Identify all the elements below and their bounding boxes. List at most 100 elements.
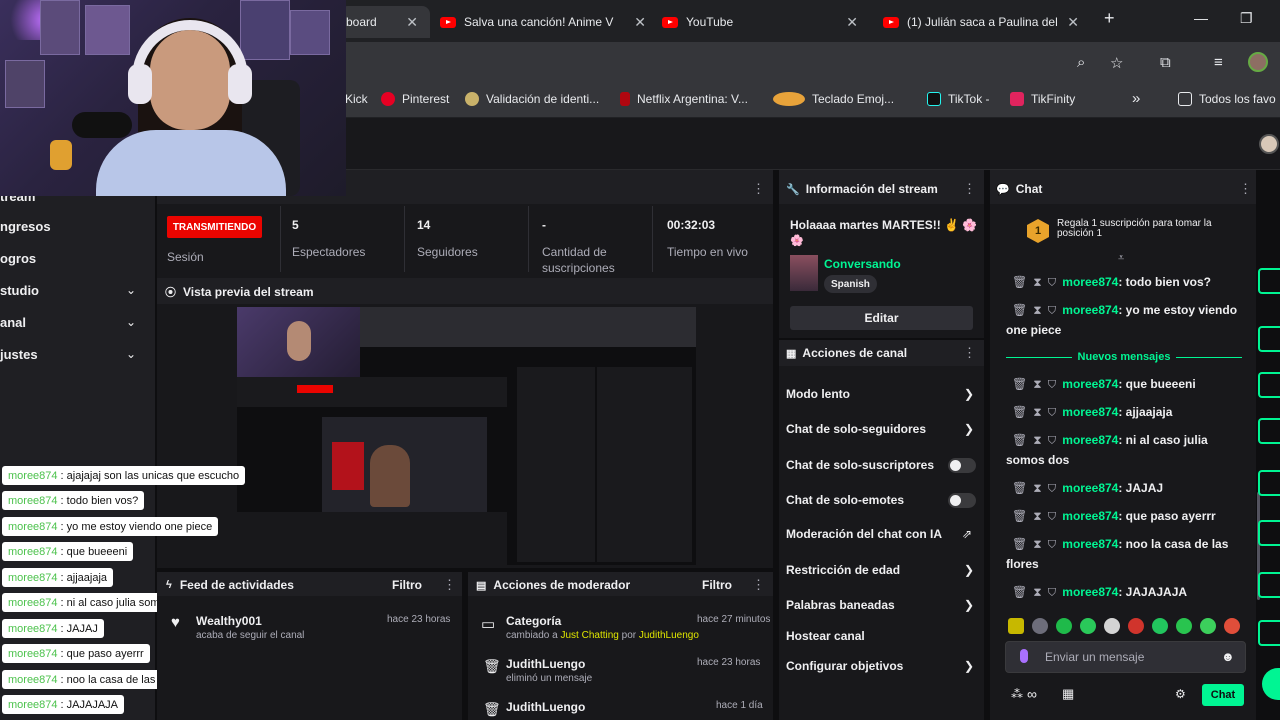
bookmark-tiktok[interactable]: TikTok - <box>927 92 990 106</box>
action-ai-moderation[interactable]: Moderación del chat con IA <box>786 527 942 541</box>
media-icon[interactable]: ≡ <box>1214 54 1223 71</box>
chat-send-button[interactable]: Chat <box>1202 684 1244 706</box>
help-bubble-icon[interactable] <box>1262 668 1280 700</box>
chevron-right-icon[interactable]: ❯ <box>964 422 974 436</box>
sidebar-item-logros[interactable]: ogros <box>0 251 36 266</box>
chevron-right-icon[interactable]: ❯ <box>964 659 974 673</box>
side-widget[interactable] <box>1258 572 1280 598</box>
chat-message: 🗑⧗⛉moree874: ni al caso julia somos dos <box>1006 433 1208 467</box>
emote-icon[interactable] <box>1200 618 1216 634</box>
user-link[interactable]: JudithLuengo <box>639 630 699 641</box>
maximize-button[interactable]: ❐ <box>1240 10 1253 27</box>
channel-points-icon[interactable]: ⁂ <box>1011 687 1023 701</box>
tab-salva-cancion[interactable]: Salva una canción! Anime V: ✕ <box>440 6 662 38</box>
sidebar-item-estudio[interactable]: studio <box>0 283 39 298</box>
more-options-icon[interactable]: ⋮ <box>1239 181 1252 197</box>
side-widget[interactable] <box>1258 418 1280 444</box>
microphone-icon[interactable] <box>1020 649 1028 663</box>
extensions-icon[interactable]: ⧉ <box>1160 54 1171 71</box>
profile-avatar[interactable] <box>1248 52 1268 72</box>
more-options-icon[interactable]: ⋮ <box>752 181 765 197</box>
bookmark-kick[interactable]: Kick <box>345 92 368 106</box>
star-icon[interactable]: ☆ <box>1110 54 1123 72</box>
category-thumbnail[interactable] <box>790 255 818 291</box>
category-link[interactable]: Just Chatting <box>560 630 618 641</box>
emote-icon[interactable] <box>1056 618 1072 634</box>
emotes-only-toggle[interactable] <box>948 493 976 508</box>
feed-item-name[interactable]: Wealthy001 <box>196 614 262 628</box>
close-icon[interactable]: ✕ <box>634 14 646 31</box>
chevron-down-icon[interactable]: ⌄ <box>126 347 136 361</box>
side-widget[interactable] <box>1258 372 1280 398</box>
mod-filter-button[interactable]: Filtro <box>702 578 732 592</box>
chevron-right-icon[interactable]: ❯ <box>964 598 974 612</box>
action-age-restriction[interactable]: Restricción de edad <box>786 563 900 577</box>
badge-icons: 🗑⧗⛉ <box>1012 585 1063 599</box>
tab-julian[interactable]: (1) Julián saca a Paulina del c ✕ <box>883 6 1083 38</box>
tab-youtube[interactable]: YouTube ✕ <box>662 6 864 38</box>
preview-info-panel <box>517 367 595 562</box>
bookmarks-overflow-button[interactable]: » <box>1132 90 1140 107</box>
close-icon[interactable]: ✕ <box>1067 14 1079 31</box>
more-options-icon[interactable]: ⋮ <box>963 181 976 197</box>
action-banned-words[interactable]: Palabras baneadas <box>786 598 895 612</box>
gift-icon[interactable]: ▦ <box>1062 686 1074 702</box>
stream-preview-video[interactable] <box>237 307 696 565</box>
mod-item-title[interactable]: JudithLuengo <box>506 700 585 714</box>
side-widget[interactable] <box>1258 520 1280 546</box>
emoji-picker-icon[interactable]: ☻ <box>1221 649 1235 664</box>
bookmark-all-favorites[interactable]: Todos los favo <box>1178 92 1276 106</box>
mod-item-time: hace 23 horas <box>697 657 761 668</box>
external-link-icon[interactable]: ⇗ <box>962 527 972 541</box>
bookmark-teclado-emoji[interactable]: Teclado Emoj... <box>773 92 894 106</box>
side-widget[interactable] <box>1258 326 1280 352</box>
more-options-icon[interactable]: ⋮ <box>963 345 976 361</box>
bookmark-netflix[interactable]: Netflix Argentina: V... <box>620 92 748 106</box>
chevron-down-icon[interactable]: ⌄ <box>126 315 136 329</box>
chevron-right-icon[interactable]: ❯ <box>964 563 974 577</box>
new-tab-button[interactable]: + <box>1104 8 1115 29</box>
action-followers-only[interactable]: Chat de solo-seguidores <box>786 422 926 436</box>
edit-button[interactable]: Editar <box>790 306 973 330</box>
sidebar-item-canal[interactable]: anal <box>0 315 26 330</box>
zoom-icon[interactable]: ⌕ <box>1077 54 1085 71</box>
emote-icon[interactable] <box>1008 618 1024 634</box>
feed-filter-button[interactable]: Filtro <box>392 578 422 592</box>
chat-message-input[interactable]: Enviar un mensaje ☻ <box>1005 641 1246 673</box>
minimize-button[interactable]: — <box>1194 10 1208 26</box>
emote-icon[interactable] <box>1080 618 1096 634</box>
emote-icon[interactable] <box>1128 618 1144 634</box>
more-options-icon[interactable]: ⋮ <box>443 577 456 593</box>
chevron-down-icon[interactable]: ⌄ <box>126 283 136 297</box>
bookmark-pinterest[interactable]: Pinterest <box>381 92 449 106</box>
side-widget[interactable] <box>1258 268 1280 294</box>
emote-icon[interactable] <box>1032 618 1048 634</box>
close-icon[interactable]: ✕ <box>406 14 418 31</box>
emote-icon[interactable] <box>1224 618 1240 634</box>
more-options-icon[interactable]: ⋮ <box>752 577 765 593</box>
tab-dashboard[interactable]: board ✕ <box>340 6 430 38</box>
gift-sub-prompt[interactable]: Regala 1 suscripción para tomar la posic… <box>1057 219 1227 239</box>
sidebar-item-ajustes[interactable]: justes <box>0 347 38 362</box>
emote-icon[interactable] <box>1104 618 1120 634</box>
mod-item-title[interactable]: JudithLuengo <box>506 657 585 671</box>
collapse-icon[interactable]: ⩡ <box>1118 252 1124 265</box>
chevron-right-icon[interactable]: ❯ <box>964 387 974 401</box>
user-avatar[interactable] <box>1259 134 1279 154</box>
emote-icon[interactable] <box>1176 618 1192 634</box>
bookmark-validacion[interactable]: Validación de identi... <box>465 92 599 106</box>
side-widget[interactable] <box>1258 620 1280 646</box>
close-icon[interactable]: ✕ <box>846 14 858 31</box>
side-widget[interactable] <box>1258 470 1280 496</box>
category-name[interactable]: Conversando <box>824 257 901 271</box>
action-host-channel[interactable]: Hostear canal <box>786 629 865 643</box>
subscribers-only-toggle[interactable] <box>948 458 976 473</box>
tiktok-icon <box>927 92 941 106</box>
emote-icon[interactable] <box>1152 618 1168 634</box>
language-tag[interactable]: Spanish <box>824 275 877 293</box>
action-configure-goals[interactable]: Configurar objetivos <box>786 659 903 673</box>
action-slow-mode[interactable]: Modo lento <box>786 387 850 401</box>
sidebar-item-ingresos[interactable]: ngresos <box>0 219 51 234</box>
settings-gear-icon[interactable]: ⚙ <box>1175 687 1186 701</box>
bookmark-tikfinity[interactable]: TikFinity <box>1010 92 1075 106</box>
